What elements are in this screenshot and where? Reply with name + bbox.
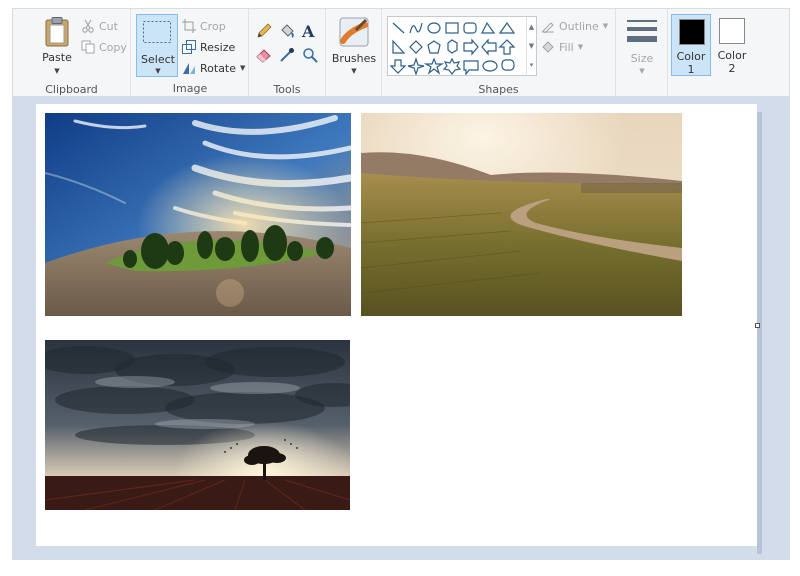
chevron-down-icon: ▼ [240, 64, 246, 72]
color1-button[interactable]: Color 1 [671, 14, 711, 76]
resize-label: Resize [200, 40, 236, 54]
brush-icon [339, 17, 369, 47]
ribbon-toolbar: Paste ▼ Cut Copy Clipboard Select ▼ Crop… [12, 8, 790, 97]
fill-icon [541, 40, 555, 54]
cut-label: Cut [99, 19, 118, 33]
photo-cloud-sky-trees-image [45, 113, 351, 316]
chevron-down-icon: ▼ [577, 43, 584, 51]
shapes-gallery[interactable]: ▲ ▼ ▾ [387, 16, 537, 76]
copy-icon [81, 40, 95, 54]
color1-number: 1 [687, 63, 695, 76]
photo-stormy-sunset[interactable] [45, 340, 350, 510]
select-label: Select [141, 53, 175, 66]
rotate-button[interactable]: Rotate ▼ [182, 59, 245, 77]
fill-button[interactable]: Fill ▼ [541, 38, 583, 56]
chevron-down-icon: ▼ [351, 67, 357, 75]
chevron-down-icon: ▼ [155, 67, 161, 75]
color2-number: 2 [728, 62, 736, 75]
brushes-group: Brushes ▼ [326, 9, 382, 97]
eraser-icon[interactable] [256, 47, 272, 63]
chevron-down-icon[interactable]: ▼ [529, 42, 534, 50]
drawing-canvas[interactable] [36, 104, 757, 546]
selection-rectangle-icon [142, 20, 172, 44]
resize-button[interactable]: Resize [182, 38, 235, 56]
clipboard-icon [44, 17, 70, 47]
color1-swatch [679, 19, 705, 45]
resize-icon [182, 40, 196, 54]
paste-button[interactable]: Paste ▼ [37, 15, 77, 77]
color2-button[interactable]: Color 2 [712, 14, 752, 76]
outline-label: Outline [559, 19, 599, 33]
size-button[interactable]: Size ▼ [620, 15, 664, 77]
magnifier-icon[interactable] [302, 47, 318, 63]
cut-button[interactable]: Cut [81, 17, 118, 35]
canvas-resize-handle[interactable] [755, 323, 760, 328]
rotate-icon [182, 61, 196, 75]
clipboard-group: Paste ▼ Cut Copy Clipboard [13, 9, 131, 97]
photo-sunrise-field-image [361, 113, 682, 316]
outline-button[interactable]: Outline ▼ [541, 17, 608, 35]
gallery-expand-icon[interactable]: ▾ [530, 61, 534, 69]
shapes-group-label: Shapes [478, 83, 519, 96]
paste-label: Paste [42, 51, 72, 64]
fill-bucket-icon[interactable] [279, 23, 295, 39]
chevron-down-icon: ▼ [54, 67, 60, 75]
color2-label: Color [717, 49, 747, 62]
crop-label: Crop [200, 19, 226, 33]
color1-label: Color [676, 50, 706, 63]
fill-label: Fill [559, 40, 574, 54]
text-icon[interactable]: A [302, 22, 314, 41]
select-button[interactable]: Select ▼ [136, 14, 178, 77]
shapes-gallery-icons [390, 21, 516, 75]
outline-icon [541, 19, 555, 33]
canvas-shadow [757, 112, 762, 554]
chevron-up-icon[interactable]: ▲ [529, 23, 534, 31]
chevron-down-icon: ▼ [639, 67, 645, 75]
pencil-icon[interactable] [256, 23, 272, 39]
color2-swatch [719, 18, 745, 44]
line-width-icon [626, 17, 658, 45]
photo-stormy-sunset-image [45, 340, 350, 510]
copy-button[interactable]: Copy [81, 38, 127, 56]
rotate-label: Rotate [200, 61, 237, 75]
chevron-down-icon: ▼ [602, 22, 609, 30]
tools-group: A Tools [249, 9, 326, 97]
size-group: Size ▼ [616, 9, 668, 97]
copy-label: Copy [99, 40, 127, 54]
size-label: Size [630, 52, 654, 65]
gallery-scrollbar[interactable]: ▲ ▼ ▾ [526, 17, 536, 75]
photo-sunrise-field[interactable] [361, 113, 682, 316]
crop-button[interactable]: Crop [182, 17, 226, 35]
image-group-label: Image [172, 82, 208, 95]
clipboard-group-label: Clipboard [45, 83, 98, 96]
canvas-workspace[interactable] [12, 96, 790, 560]
brushes-button[interactable]: Brushes ▼ [330, 15, 378, 77]
brushes-label: Brushes [331, 52, 377, 65]
crop-icon [182, 19, 196, 33]
scissors-icon [81, 19, 95, 33]
color-picker-icon[interactable] [279, 47, 295, 63]
tools-group-label: Tools [273, 83, 301, 96]
photo-cloud-sky-trees[interactable] [45, 113, 351, 316]
